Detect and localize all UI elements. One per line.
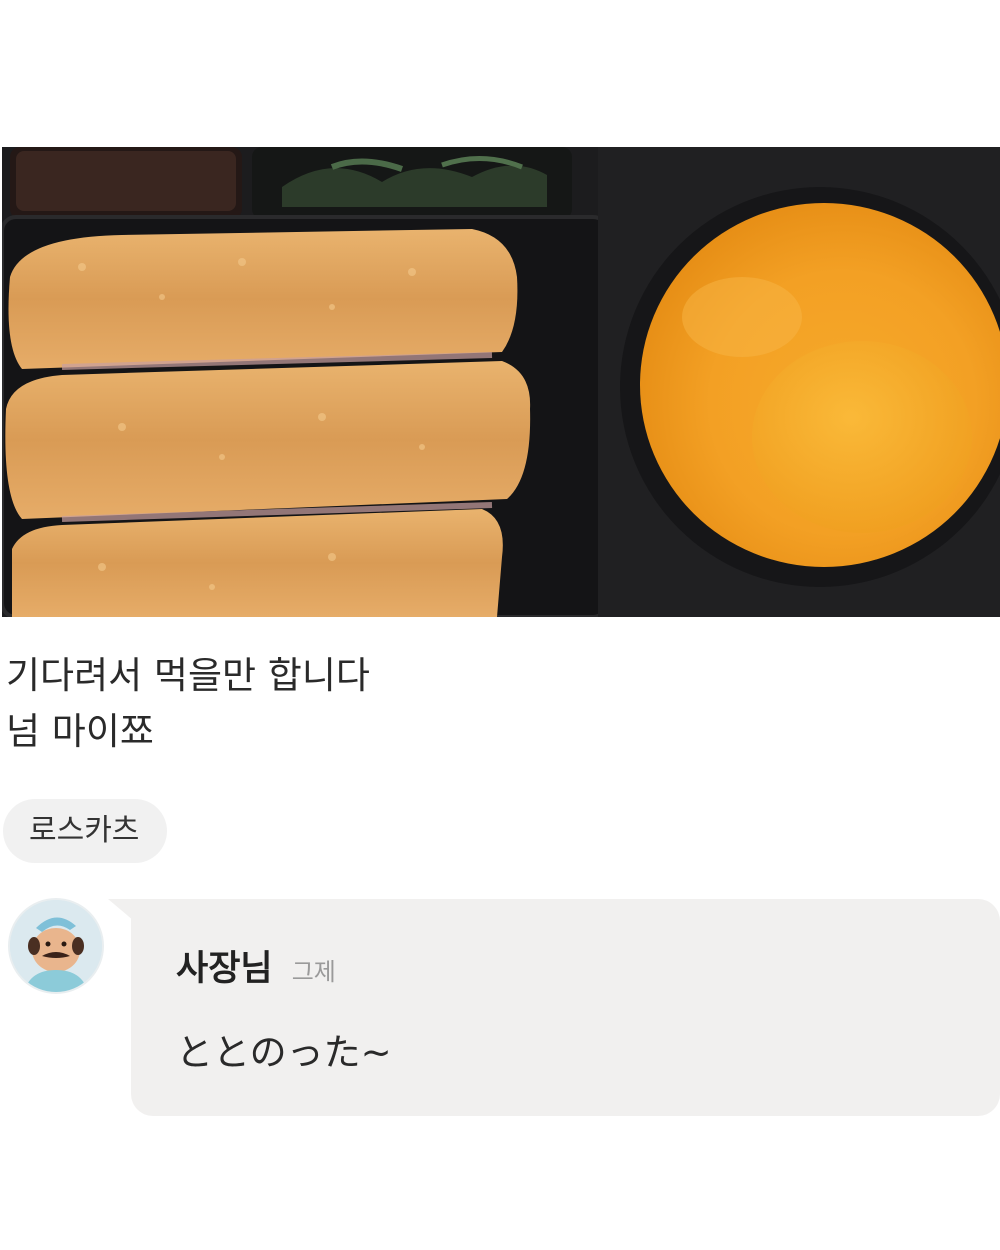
reply-timestamp: 그제 [291, 958, 336, 986]
review-line: 기다려서 먹을만 합니다 [6, 654, 370, 697]
review-line: 넘 마이쬬 [6, 710, 154, 753]
owner-reply-header: 사장님 그제 [176, 940, 336, 991]
review-photo[interactable] [2, 147, 1000, 617]
owner-reply-text: ととのった~ [176, 1031, 392, 1074]
review-body: 기다려서 먹을만 합니다 넘 마이쬬 [6, 648, 370, 760]
menu-tag[interactable]: 로스카츠 [3, 799, 168, 863]
tonkatsu-photo-illustration [2, 147, 1000, 617]
owner-avatar-illustration [10, 900, 102, 992]
owner-reply-bubble [131, 899, 1000, 1116]
owner-name: 사장님 [176, 949, 273, 989]
owner-avatar-icon [8, 898, 104, 994]
